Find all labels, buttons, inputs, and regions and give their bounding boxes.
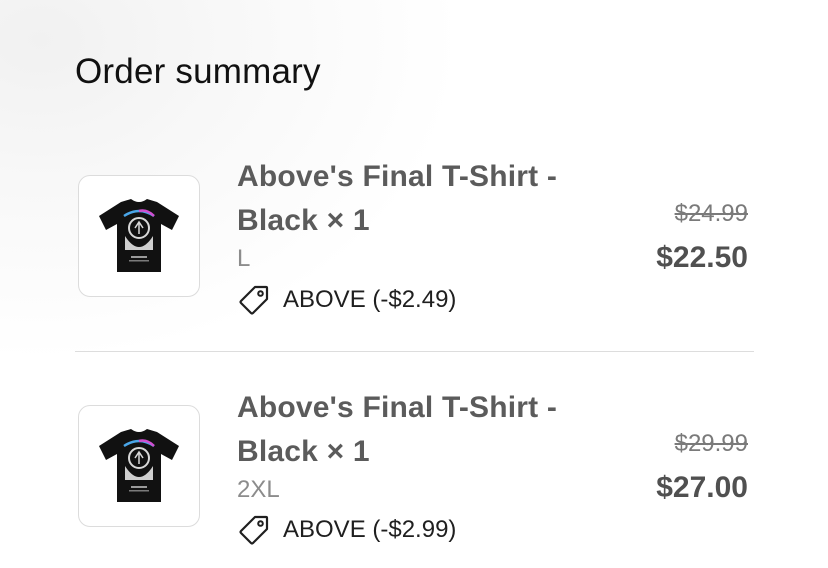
product-title: Above's Final T-Shirt - Black × 1 — [237, 155, 597, 243]
discounted-price: $27.00 — [656, 471, 748, 504]
product-thumbnail — [78, 175, 200, 297]
tag-icon — [239, 285, 269, 315]
item-divider — [75, 351, 754, 352]
product-thumbnail — [78, 405, 200, 527]
tshirt-image — [99, 429, 179, 502]
product-title-line1: Above's Final T-Shirt - — [237, 391, 558, 424]
tshirt-image — [99, 199, 179, 272]
discount-code: ABOVE (-$2.49) — [283, 286, 457, 313]
product-title-line1: Above's Final T-Shirt - — [237, 160, 558, 193]
discount-row: ABOVE (-$2.99) — [237, 513, 456, 547]
order-summary-title: Order summary — [75, 52, 321, 91]
product-title-line2: Black × 1 — [237, 204, 370, 237]
original-price: $29.99 — [674, 430, 748, 457]
variant-label: L — [237, 245, 251, 272]
discounted-price: $22.50 — [656, 241, 748, 274]
tag-icon — [239, 515, 269, 545]
variant-label: 2XL — [237, 476, 280, 503]
original-price: $24.99 — [674, 200, 748, 227]
discount-code: ABOVE (-$2.99) — [283, 516, 457, 543]
product-title: Above's Final T-Shirt - Black × 1 — [237, 386, 597, 474]
product-title-line2: Black × 1 — [237, 435, 370, 468]
discount-row: ABOVE (-$2.49) — [237, 283, 456, 317]
